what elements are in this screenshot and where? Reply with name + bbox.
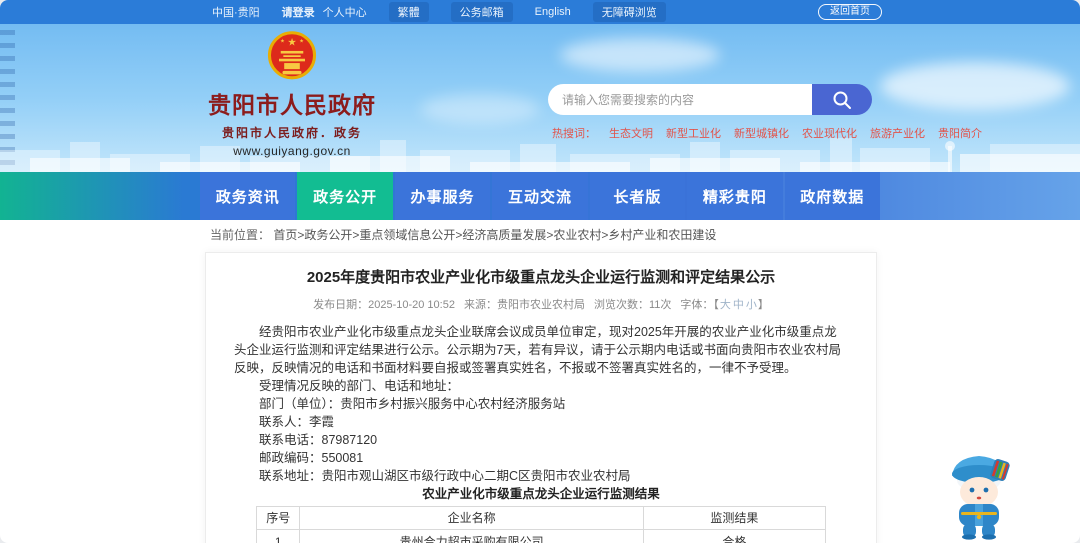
monitoring-result-table: 序号 企业名称 监测结果 1 贵州合力超市采购有限公司 合格 2 贵州友禾种业有… <box>255 506 827 543</box>
article-paragraph: 邮政编码：550081 <box>259 451 364 465</box>
hot-link-tourism[interactable]: 旅游产业化 <box>870 125 925 141</box>
article-paragraph: 受理情况反映的部门、电话和地址： <box>259 379 460 393</box>
article-paragraph: 联系地址：贵阳市观山湖区市级行政中心二期C区贵阳市农业农村局 <box>259 469 631 483</box>
article-paragraph: 联系电话：87987120 <box>259 433 378 447</box>
topbar-link-personal-center[interactable]: 个人中心 <box>323 4 367 20</box>
site-subtitle: 贵阳市人民政府．政务 <box>221 126 362 140</box>
topbar-link-accessibility[interactable]: 无障碍浏览 <box>592 2 666 22</box>
svg-text:★: ★ <box>280 38 285 44</box>
col-header-number: 序号 <box>255 506 301 530</box>
article-paragraph: 联系人：李霞 <box>259 415 335 429</box>
nav-item-zhangzhe-ban[interactable]: 长者版 <box>589 172 686 220</box>
search-icon <box>833 91 851 109</box>
col-header-result: 监测结果 <box>642 506 827 530</box>
topbar-link-english[interactable]: English <box>535 6 571 18</box>
topbar-link-china-guiyang[interactable]: 中国·贵阳 <box>212 4 260 20</box>
table-row: 1 贵州合力超市采购有限公司 合格 <box>255 529 827 543</box>
site-url: www.guiyang.gov.cn <box>233 144 351 158</box>
nav-item-hudong-jiaoliu[interactable]: 互动交流 <box>492 172 588 220</box>
col-header-company: 企业名称 <box>299 506 644 530</box>
table-header-row: 序号 企业名称 监测结果 <box>255 506 827 530</box>
return-home-button[interactable]: 返回首页 <box>818 4 882 20</box>
topbar-links: 中国·贵阳 请登录 个人中心 繁體 公务邮箱 English 无障碍浏览 <box>212 2 666 22</box>
hot-link-eco[interactable]: 生态文明 <box>609 125 653 141</box>
nav-item-zhengwu-zixun[interactable]: 政务资讯 <box>200 172 296 220</box>
cloud-decor <box>420 94 540 124</box>
hot-link-urbanization[interactable]: 新型城镇化 <box>734 125 789 141</box>
company-name: 贵州合力超市采购有限公司 <box>299 529 644 543</box>
svg-text:★: ★ <box>287 38 296 49</box>
hot-search-label: 热搜词： <box>552 128 596 140</box>
breadcrumb-path[interactable]: 首页>政务公开>重点领域信息公开>经济高质量发展>农业农村>乡村产业和农田建设 <box>273 228 716 242</box>
article-meta: 发布日期：2025-10-20 10:52 来源：贵阳市农业农村局 浏览次数：1… <box>206 296 876 312</box>
article-body: 经贵阳市农业产业化市级重点龙头企业联席会议成员单位审定，现对2025年开展的农业… <box>234 323 848 543</box>
topbar-link-traditional-chinese[interactable]: 繁體 <box>388 2 429 22</box>
article-paragraph: 部门（单位）：贵阳市乡村振兴服务中心农村经济服务站 <box>259 397 566 411</box>
article-title: 2025年度贵阳市农业产业化市级重点龙头企业运行监测和评定结果公示 <box>306 269 776 286</box>
font-size-control: 字体：【大中小】 <box>680 296 769 312</box>
view-count: 浏览次数：11次 <box>593 299 672 311</box>
browser-page: 中国·贵阳 请登录 个人中心 繁體 公务邮箱 English 无障碍浏览 返回首… <box>0 0 1080 543</box>
font-size-small[interactable]: 小 <box>746 299 757 311</box>
font-size-large[interactable]: 大 <box>720 299 731 311</box>
nav-item-zhengfu-shuju[interactable]: 政府数据 <box>784 172 880 220</box>
topbar-link-official-mail[interactable]: 公务邮箱 <box>450 2 513 22</box>
topbar-link-login[interactable]: 请登录 <box>282 4 315 20</box>
publish-date: 发布日期：2025-10-20 10:52 <box>313 299 455 311</box>
breadcrumb: 当前位置： 首页>政务公开>重点领域信息公开>经济高质量发展>农业农村>乡村产业… <box>210 220 716 250</box>
monitor-result: 合格 <box>642 529 827 543</box>
mascot-assistant-icon[interactable] <box>942 446 1016 540</box>
breadcrumb-label: 当前位置： <box>210 228 271 242</box>
hot-link-guiyang-intro[interactable]: 贵阳简介 <box>938 125 982 141</box>
font-size-medium[interactable]: 中 <box>733 299 744 311</box>
national-emblem-icon: ★ ★ ★ <box>267 31 317 80</box>
article-paragraph: 经贵阳市农业产业化市级重点龙头企业联席会议成员单位审定，现对2025年开展的农业… <box>234 325 841 375</box>
main-nav-bar: 政务资讯 政务公开 办事服务 互动交流 长者版 精彩贵阳 政府数据 <box>0 172 1080 220</box>
row-number: 1 <box>255 529 301 543</box>
font-size-bracket: 】 <box>757 299 769 311</box>
nav-item-banshi-fuwu[interactable]: 办事服务 <box>394 172 491 220</box>
main-nav-items: 政务资讯 政务公开 办事服务 互动交流 长者版 精彩贵阳 政府数据 <box>200 172 880 220</box>
article-source: 来源：贵阳市农业农村局 <box>463 299 585 311</box>
cloud-decor <box>880 62 1070 110</box>
hot-search-row: 热搜词： 生态文明 新型工业化 新型城镇化 农业现代化 旅游产业化 贵阳简介 <box>552 125 982 141</box>
nav-item-jingcai-guiyang[interactable]: 精彩贵阳 <box>687 172 783 220</box>
site-name: 贵阳市人民政府 <box>208 93 376 118</box>
result-table-title: 农业产业化市级重点龙头企业运行监测结果 <box>422 487 660 501</box>
font-size-label: 字体：【 <box>680 299 719 311</box>
site-header-banner: ★ ★ ★ 贵阳市人民政府 贵阳市人民政府．政务 www.guiyang.gov… <box>0 24 1080 172</box>
site-logo-block[interactable]: ★ ★ ★ 贵阳市人民政府 贵阳市人民政府．政务 www.guiyang.gov… <box>206 30 378 158</box>
svg-text:★: ★ <box>299 38 304 44</box>
hot-link-agri-modernization[interactable]: 农业现代化 <box>802 125 857 141</box>
article-card: 2025年度贵阳市农业产业化市级重点龙头企业运行监测和评定结果公示 发布日期：2… <box>205 252 877 543</box>
nav-item-zhengwu-gongkai[interactable]: 政务公开 <box>297 172 393 220</box>
search-input[interactable] <box>548 84 812 115</box>
search-button[interactable] <box>812 84 872 115</box>
cloud-decor <box>560 38 720 72</box>
top-utility-bar: 中国·贵阳 请登录 个人中心 繁體 公务邮箱 English 无障碍浏览 返回首… <box>0 0 1080 24</box>
search-bar <box>548 84 872 115</box>
hot-link-industrialization[interactable]: 新型工业化 <box>666 125 721 141</box>
